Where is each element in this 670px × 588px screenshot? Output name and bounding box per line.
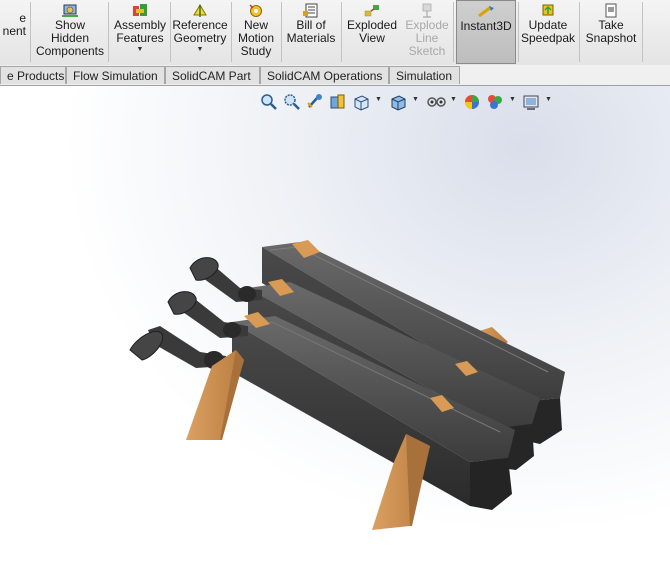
ribbon-separator xyxy=(30,2,31,62)
ribbon-separator xyxy=(579,2,580,62)
dropdown-arrow-icon[interactable]: ▼ xyxy=(172,45,228,54)
reference-geometry-button[interactable]: Reference Geometry ▼ xyxy=(172,0,228,64)
exploded-view-label: Exploded View xyxy=(346,18,398,45)
component-button[interactable]: e nent xyxy=(0,0,28,64)
take-snapshot-button[interactable]: Take Snapshot xyxy=(582,0,640,64)
instant3d-button[interactable]: Instant3D xyxy=(456,0,516,64)
show-hidden-icon xyxy=(62,4,78,17)
ribbon-separator xyxy=(108,2,109,62)
assembly-features-button[interactable]: Assembly Features ▼ xyxy=(112,0,168,64)
dropdown-arrow-icon[interactable]: ▼ xyxy=(112,45,168,54)
new-motion-study-button[interactable]: New Motion Study xyxy=(233,0,279,64)
instant3d-icon xyxy=(478,5,494,18)
tab-flow-simulation[interactable]: Flow Simulation xyxy=(66,66,165,84)
exploded-view-button[interactable]: Exploded View xyxy=(343,0,401,64)
take-snapshot-label: Take Snapshot xyxy=(585,18,637,45)
update-speedpak-label: Update Speedpak xyxy=(520,18,576,45)
ribbon-separator xyxy=(642,2,643,62)
bill-of-materials-label: Bill of Materials xyxy=(286,18,336,45)
motion-study-icon xyxy=(249,4,262,17)
graphics-area[interactable]: ▼ ▼ ▼ ▼ ▼ xyxy=(0,86,670,588)
component-button-label: e nent xyxy=(2,11,26,38)
cam-arm-1[interactable] xyxy=(189,257,262,302)
show-hidden-label: Show Hidden Components xyxy=(35,18,105,58)
update-speedpak-button[interactable]: Update Speedpak xyxy=(520,0,576,64)
reference-geometry-icon xyxy=(193,4,207,17)
bill-of-materials-button[interactable]: Bill of Materials xyxy=(283,0,339,64)
ribbon-separator xyxy=(518,2,519,62)
exploded-view-icon xyxy=(364,5,379,17)
assembly-features-icon xyxy=(133,4,147,16)
command-manager-ribbon: e nent Show Hidden Components Assembly F… xyxy=(0,0,670,66)
tab-solidcam-operations[interactable]: SolidCAM Operations xyxy=(260,66,389,84)
ribbon-separator xyxy=(281,2,282,62)
instant3d-label: Instant3D xyxy=(460,19,512,33)
assembly-model[interactable] xyxy=(0,86,670,588)
speedpak-icon xyxy=(542,4,554,16)
tab-simulation[interactable]: Simulation xyxy=(389,66,460,84)
explode-line-icon xyxy=(422,3,432,18)
ribbon-separator xyxy=(231,2,232,62)
ribbon-separator xyxy=(453,2,454,62)
snapshot-icon xyxy=(605,3,617,18)
explode-line-sketch-label: Explode Line Sketch xyxy=(405,18,449,58)
command-manager-tabs: e Products Flow Simulation SolidCAM Part… xyxy=(0,65,670,86)
ribbon-separator xyxy=(170,2,171,62)
cam-arm-3[interactable] xyxy=(129,326,226,369)
tab-solidcam-part[interactable]: SolidCAM Part xyxy=(165,66,260,84)
new-motion-study-label: New Motion Study xyxy=(237,18,275,58)
bom-icon xyxy=(303,3,318,18)
ribbon-separator xyxy=(341,2,342,62)
explode-line-sketch-button[interactable]: Explode Line Sketch xyxy=(403,0,451,64)
tab-products[interactable]: e Products xyxy=(0,66,66,84)
assembly-features-label: Assembly Features xyxy=(113,18,166,45)
reference-geometry-label: Reference Geometry xyxy=(172,18,228,45)
show-hidden-components-button[interactable]: Show Hidden Components xyxy=(34,0,106,64)
